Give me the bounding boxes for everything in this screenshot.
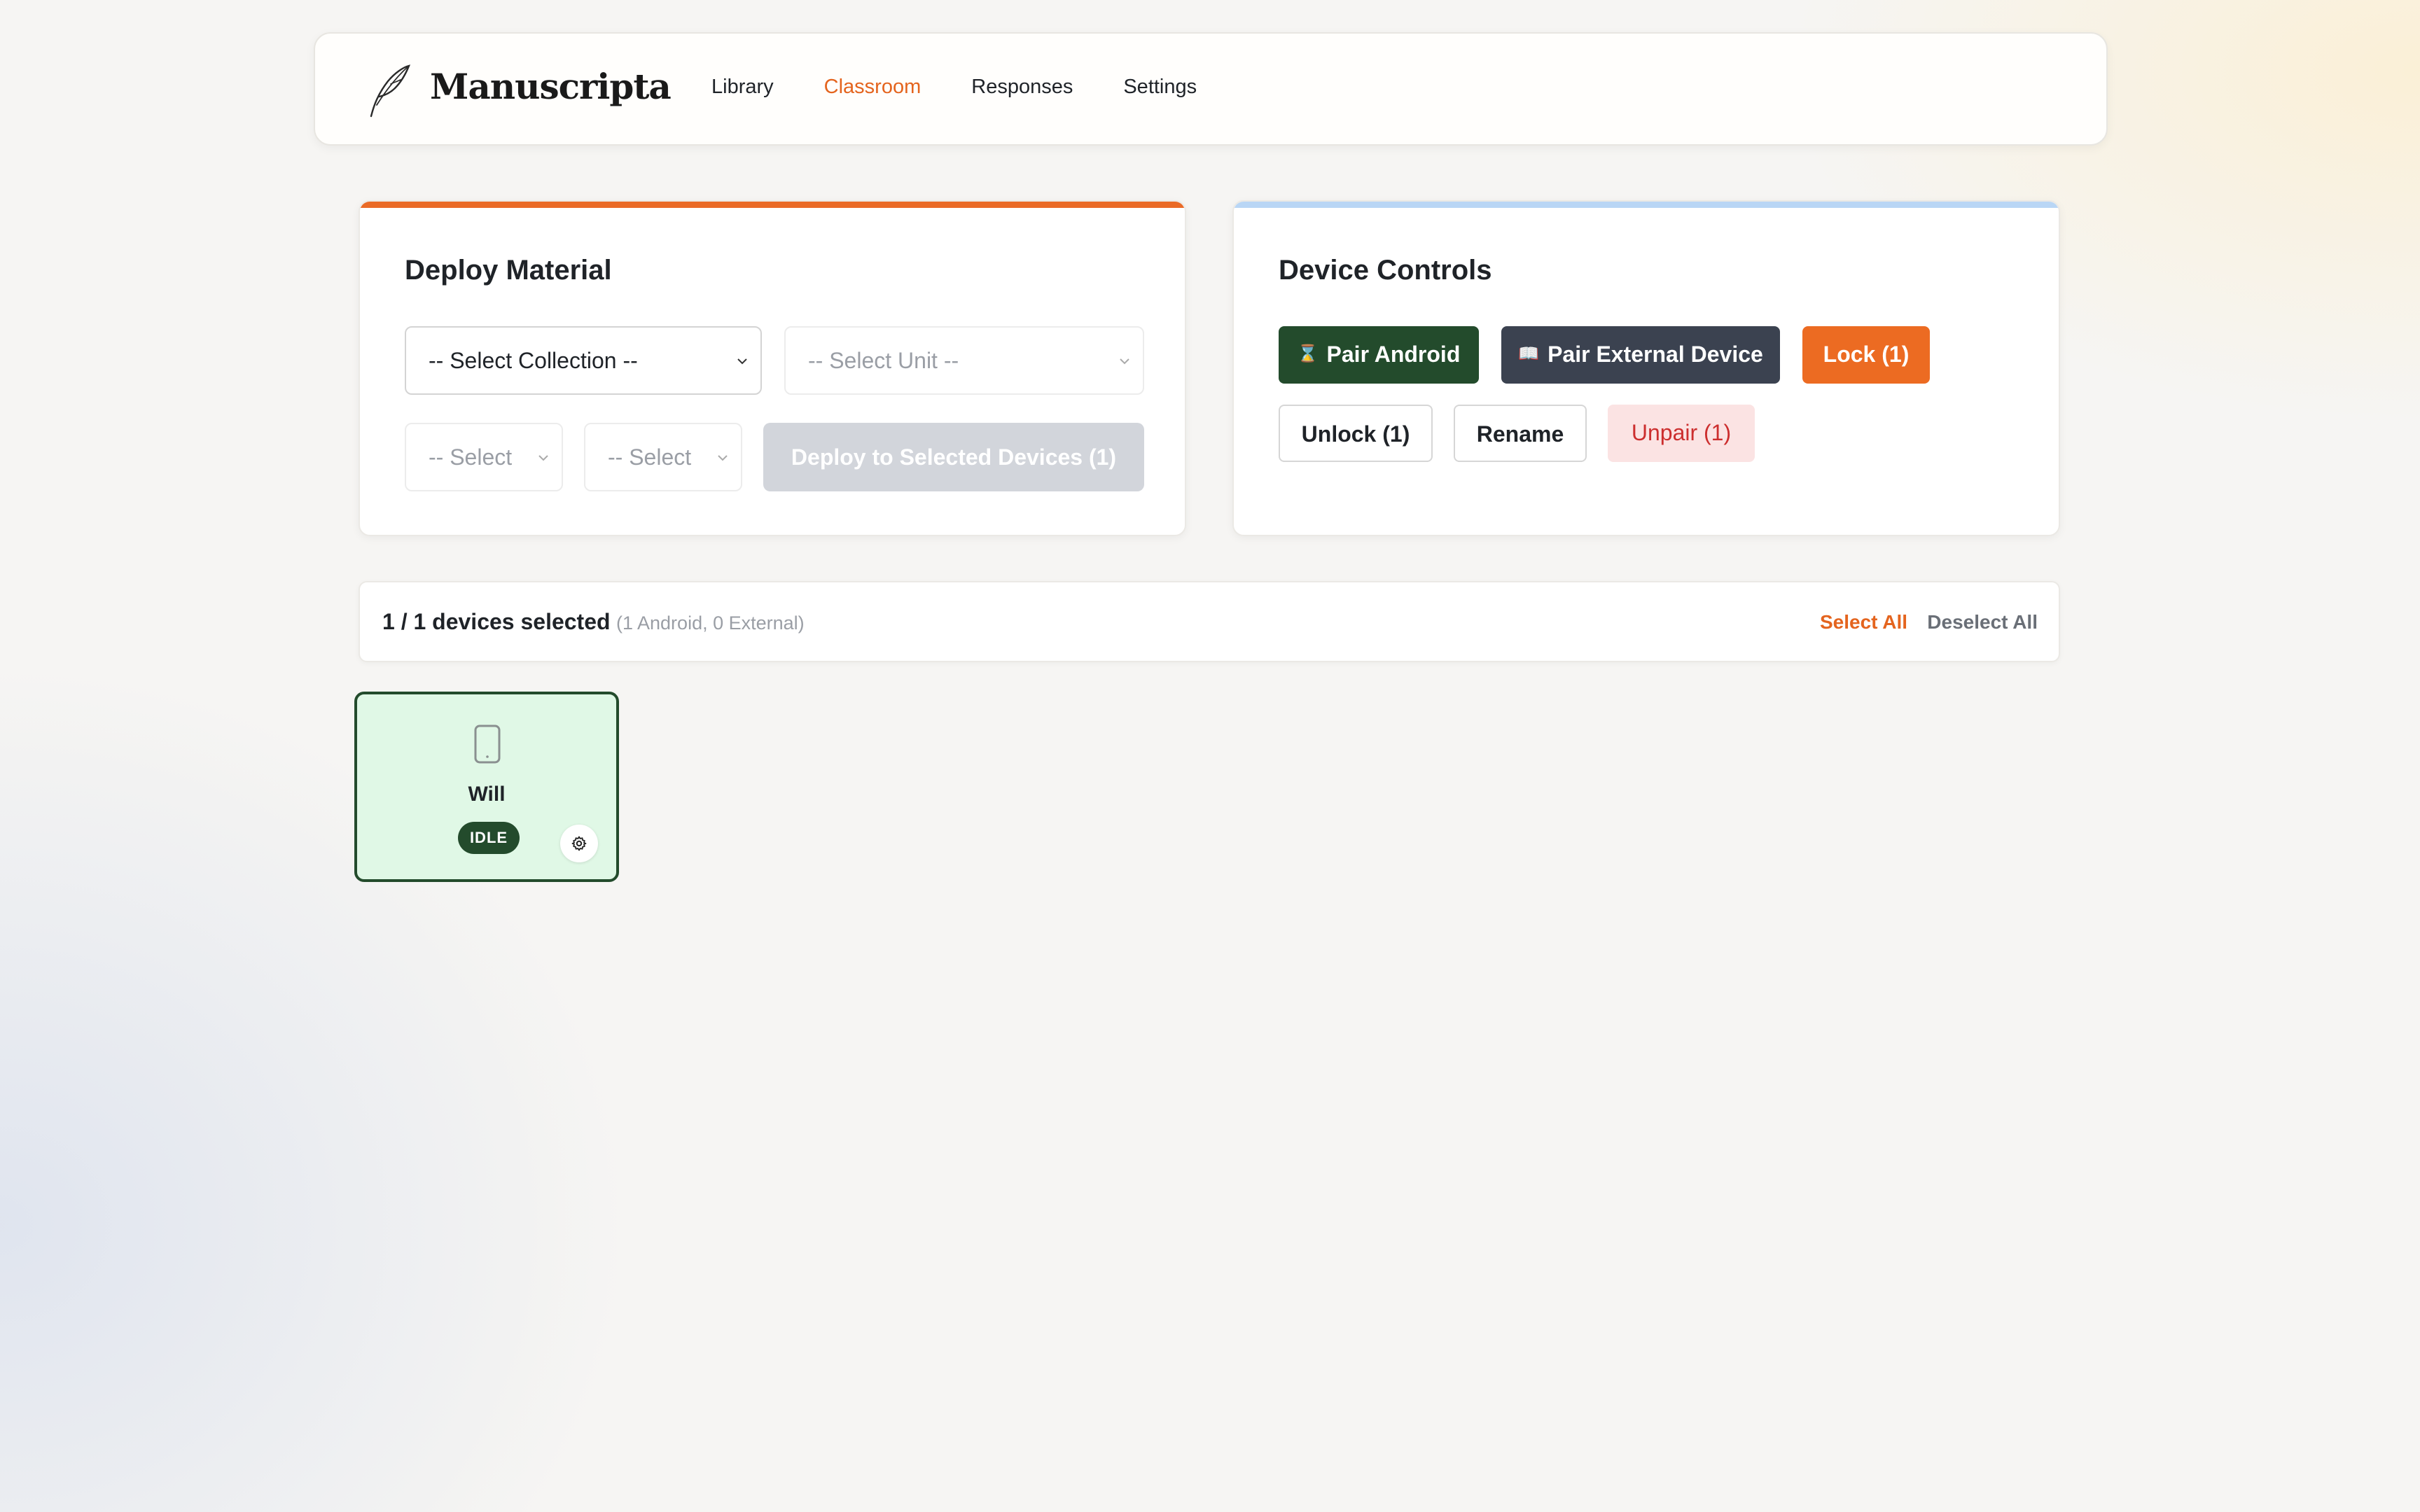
nav-classroom[interactable]: Classroom [824,73,922,101]
unlock-button[interactable]: Unlock (1) [1279,405,1433,462]
chevron-down-icon [737,358,747,365]
chevron-down-icon [538,455,548,461]
device-controls-title: Device Controls [1279,255,1492,286]
deselect-all-link[interactable]: Deselect All [1927,611,2038,634]
chevron-down-icon [718,455,728,461]
lock-button[interactable]: Lock (1) [1802,326,1930,384]
device-settings-button[interactable] [560,825,598,862]
device-controls-card: Device Controls ⌛ Pair Android 📖 Pair Exte… [1232,200,2060,536]
option-select-2-value: -- Select [608,444,692,470]
book-icon: 📖 [1518,344,1540,363]
selected-breakdown: (1 Android, 0 External) [616,612,805,634]
collection-select-value: -- Select Collection -- [429,348,638,373]
quill-logo-icon [370,64,410,118]
brand-name[interactable]: Manuscripta [430,66,672,107]
rename-button[interactable]: Rename [1454,405,1587,462]
top-navigation-bar: Manuscripta Library Classroom Responses … [314,32,2108,146]
pair-android-button[interactable]: ⌛ Pair Android [1279,326,1479,384]
main-nav: Library Classroom Responses Settings [711,73,1247,101]
selected-count: 1 / 1 devices selected [382,609,611,634]
chevron-down-icon [1120,358,1129,365]
selection-bar: 1 / 1 devices selected (1 Android, 0 Ext… [359,581,2060,662]
option-select-1[interactable]: -- Select [405,423,563,491]
nav-responses[interactable]: Responses [971,73,1073,101]
nav-settings[interactable]: Settings [1123,73,1197,101]
deploy-material-title: Deploy Material [405,255,612,286]
device-tile[interactable]: Will IDLE [354,692,619,882]
select-all-link[interactable]: Select All [1820,611,1907,634]
option-select-2[interactable]: -- Select [584,423,742,491]
collection-select[interactable]: -- Select Collection -- [405,326,762,395]
device-name: Will [468,783,506,806]
deploy-to-selected-button[interactable]: Deploy to Selected Devices (1) [763,423,1144,491]
nav-library[interactable]: Library [711,73,774,101]
hourglass-icon: ⌛ [1297,344,1319,363]
pair-android-label: Pair Android [1326,342,1461,367]
unit-select[interactable]: -- Select Unit -- [784,326,1144,395]
unpair-button[interactable]: Unpair (1) [1608,405,1755,462]
phone-icon [474,724,501,764]
gear-icon [571,836,587,851]
unit-select-value: -- Select Unit -- [808,348,959,373]
status-badge: IDLE [458,822,520,854]
deploy-material-card: Deploy Material -- Select Collection -- … [359,200,1186,536]
pair-external-device-button[interactable]: 📖 Pair External Device [1501,326,1780,384]
pair-external-label: Pair External Device [1548,342,1763,367]
option-select-1-value: -- Select [429,444,513,470]
